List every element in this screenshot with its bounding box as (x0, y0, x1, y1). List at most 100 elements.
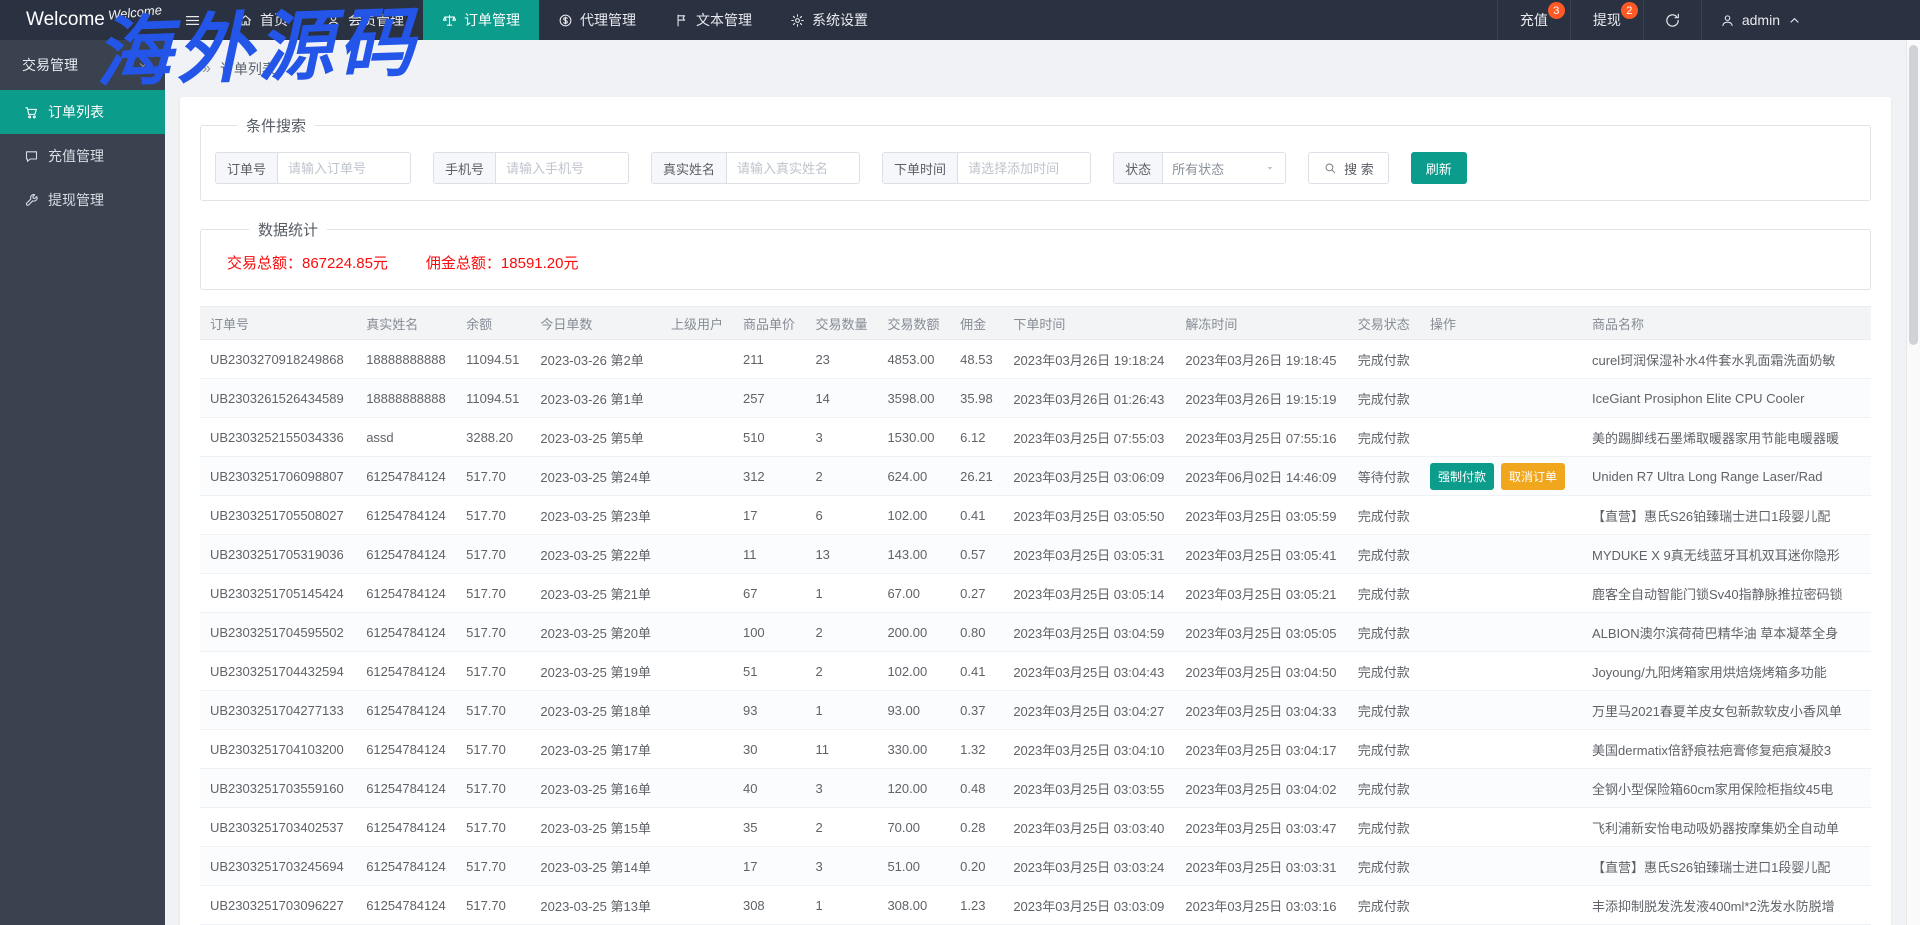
table-row: UB230325170459550261254784124517.702023-… (200, 613, 1871, 652)
column-header-解冻时间: 解冻时间 (1175, 307, 1347, 340)
sidebar-toggle-button[interactable] (165, 0, 219, 40)
table-row: UB23032709182498681888888888811094.51202… (200, 340, 1871, 379)
quick-link-label: 提现 (1593, 10, 1621, 30)
nav-item-订单管理[interactable]: 订单管理 (423, 0, 539, 40)
column-header-余额: 余额 (456, 307, 530, 340)
table-row: UB230325170324569461254784124517.702023-… (200, 847, 1871, 886)
column-header-佣金: 佣金 (950, 307, 1003, 340)
user-menu[interactable]: admin (1701, 0, 1820, 40)
chevron-down-icon (137, 59, 149, 71)
手机号-input[interactable] (496, 153, 628, 183)
table-row: UB230325170531903661254784124517.702023-… (200, 535, 1871, 574)
orders-table: 订单号真实姓名余额今日单数上级用户商品单价交易数量交易数额佣金下单时间解冻时间交… (200, 306, 1871, 925)
commission-total: 佣金总额：18591.20元 (426, 255, 579, 272)
nav-item-代理管理[interactable]: 代理管理 (539, 0, 655, 40)
content-card: 条件搜索 订单号手机号真实姓名下单时间 状态 所有状态 搜 索 刷新 数据统计 … (180, 97, 1891, 925)
page-scrollbar[interactable] (1906, 40, 1920, 925)
table-row: UB230325170355916061254784124517.702023-… (200, 769, 1871, 808)
scrollbar-thumb[interactable] (1909, 45, 1918, 345)
top-navbar: Welcome 首页会员管理订单管理代理管理文本管理系统设置 充值3提现2 ad… (0, 0, 1920, 40)
refresh-button[interactable] (1643, 0, 1701, 40)
search-field-下单时间: 下单时间 (882, 152, 1091, 184)
orders-header-row: 订单号真实姓名余额今日单数上级用户商品单价交易数量交易数额佣金下单时间解冻时间交… (200, 307, 1871, 340)
sidebar: 交易管理 订单列表充值管理提现管理 (0, 40, 165, 925)
column-header-交易数额: 交易数额 (877, 307, 950, 340)
nav-item-label: 文本管理 (696, 10, 752, 30)
column-header-操作: 操作 (1420, 307, 1582, 340)
table-row: UB23032615264345891888888888811094.51202… (200, 379, 1871, 418)
真实姓名-input[interactable] (727, 153, 859, 183)
quick-link-提现[interactable]: 提现2 (1570, 0, 1643, 40)
table-row: UB2303252155034336assd3288.202023-03-25 … (200, 418, 1871, 457)
scales-icon (442, 13, 457, 28)
sidebar-item-label: 订单列表 (48, 102, 104, 122)
stats-fieldset: 数据统计 交易总额：867224.85元佣金总额：18591.20元 (200, 219, 1871, 290)
breadcrumb-chevrons: » (202, 60, 211, 78)
search-fieldset: 条件搜索 订单号 手机号 真实姓名 下单时间 状态 所有状态 搜 索 刷新 (200, 115, 1871, 201)
refresh-list-button[interactable]: 刷新 (1411, 152, 1467, 184)
search-field-手机号: 手机号 (433, 152, 629, 184)
下单时间-input[interactable] (958, 153, 1090, 183)
sidebar-item-充值管理[interactable]: 充值管理 (0, 134, 165, 178)
field-label: 手机号 (434, 153, 496, 183)
hamburger-icon (184, 12, 201, 29)
status-select[interactable]: 所有状态 (1163, 153, 1285, 183)
cancel-order-button[interactable]: 取消订单 (1501, 463, 1565, 490)
nav-item-label: 首页 (260, 10, 288, 30)
table-row: UB230325170309622761254784124517.702023-… (200, 886, 1871, 925)
sidebar-group-trade[interactable]: 交易管理 (0, 40, 165, 90)
status-value: 所有状态 (1172, 159, 1224, 178)
nav-item-文本管理[interactable]: 文本管理 (655, 0, 771, 40)
nav-item-label: 代理管理 (580, 10, 636, 30)
sidebar-group-label: 交易管理 (22, 55, 78, 75)
force-pay-button[interactable]: 强制付款 (1430, 463, 1494, 490)
table-row: UB230325170427713361254784124517.702023-… (200, 691, 1871, 730)
nav-item-label: 系统设置 (812, 10, 868, 30)
dollar-icon (558, 13, 573, 28)
nav-item-首页[interactable]: 首页 (219, 0, 307, 40)
column-header-上级用户: 上级用户 (661, 307, 733, 340)
comment-icon (24, 149, 39, 164)
search-field-订单号: 订单号 (215, 152, 411, 184)
quick-link-充值[interactable]: 充值3 (1497, 0, 1570, 40)
breadcrumb: » 订单列表 (165, 40, 1906, 97)
field-label: 订单号 (216, 153, 278, 183)
nav-quick: 充值3提现2 (1497, 0, 1643, 40)
field-label: 真实姓名 (652, 153, 727, 183)
nav-item-会员管理[interactable]: 会员管理 (307, 0, 423, 40)
table-row: UB230325170609880761254784124517.702023-… (200, 457, 1871, 496)
quick-link-label: 充值 (1520, 10, 1548, 30)
column-header-订单号: 订单号 (200, 307, 356, 340)
table-row: UB230325170514542461254784124517.702023-… (200, 574, 1871, 613)
orders-tbody: UB23032709182498681888888888811094.51202… (200, 340, 1871, 925)
nav-right: 充值3提现2 admin (1497, 0, 1920, 40)
search-icon (1323, 161, 1337, 175)
person-icon (1720, 13, 1735, 28)
field-label: 下单时间 (883, 153, 958, 183)
transaction-total: 交易总额：867224.85元 (227, 255, 388, 272)
column-header-商品名称: 商品名称 (1582, 307, 1871, 340)
column-header-交易状态: 交易状态 (1348, 307, 1420, 340)
status-label: 状态 (1114, 153, 1163, 183)
caret-down-icon (1264, 162, 1276, 174)
nav-item-label: 会员管理 (348, 10, 404, 30)
search-button[interactable]: 搜 索 (1308, 152, 1389, 184)
gear-icon (790, 13, 805, 28)
user-icon (326, 13, 341, 28)
sidebar-item-提现管理[interactable]: 提现管理 (0, 178, 165, 222)
column-header-真实姓名: 真实姓名 (356, 307, 456, 340)
sidebar-item-订单列表[interactable]: 订单列表 (0, 90, 165, 134)
search-legend: 条件搜索 (237, 115, 315, 136)
search-row: 订单号 手机号 真实姓名 下单时间 状态 所有状态 搜 索 刷新 (215, 148, 1858, 184)
wrench-icon (24, 193, 39, 208)
stats-line: 交易总额：867224.85元 佣金总额：18591.20元 (227, 252, 1858, 273)
notification-badge: 3 (1548, 2, 1565, 19)
main-area: » 订单列表 条件搜索 订单号手机号真实姓名下单时间 状态 所有状态 搜 索 刷… (165, 40, 1906, 925)
订单号-input[interactable] (278, 153, 410, 183)
home-icon (238, 13, 253, 28)
username: admin (1742, 12, 1780, 28)
flag-icon (674, 13, 689, 28)
notification-badge: 2 (1621, 2, 1638, 19)
column-header-商品单价: 商品单价 (733, 307, 805, 340)
nav-item-系统设置[interactable]: 系统设置 (771, 0, 887, 40)
